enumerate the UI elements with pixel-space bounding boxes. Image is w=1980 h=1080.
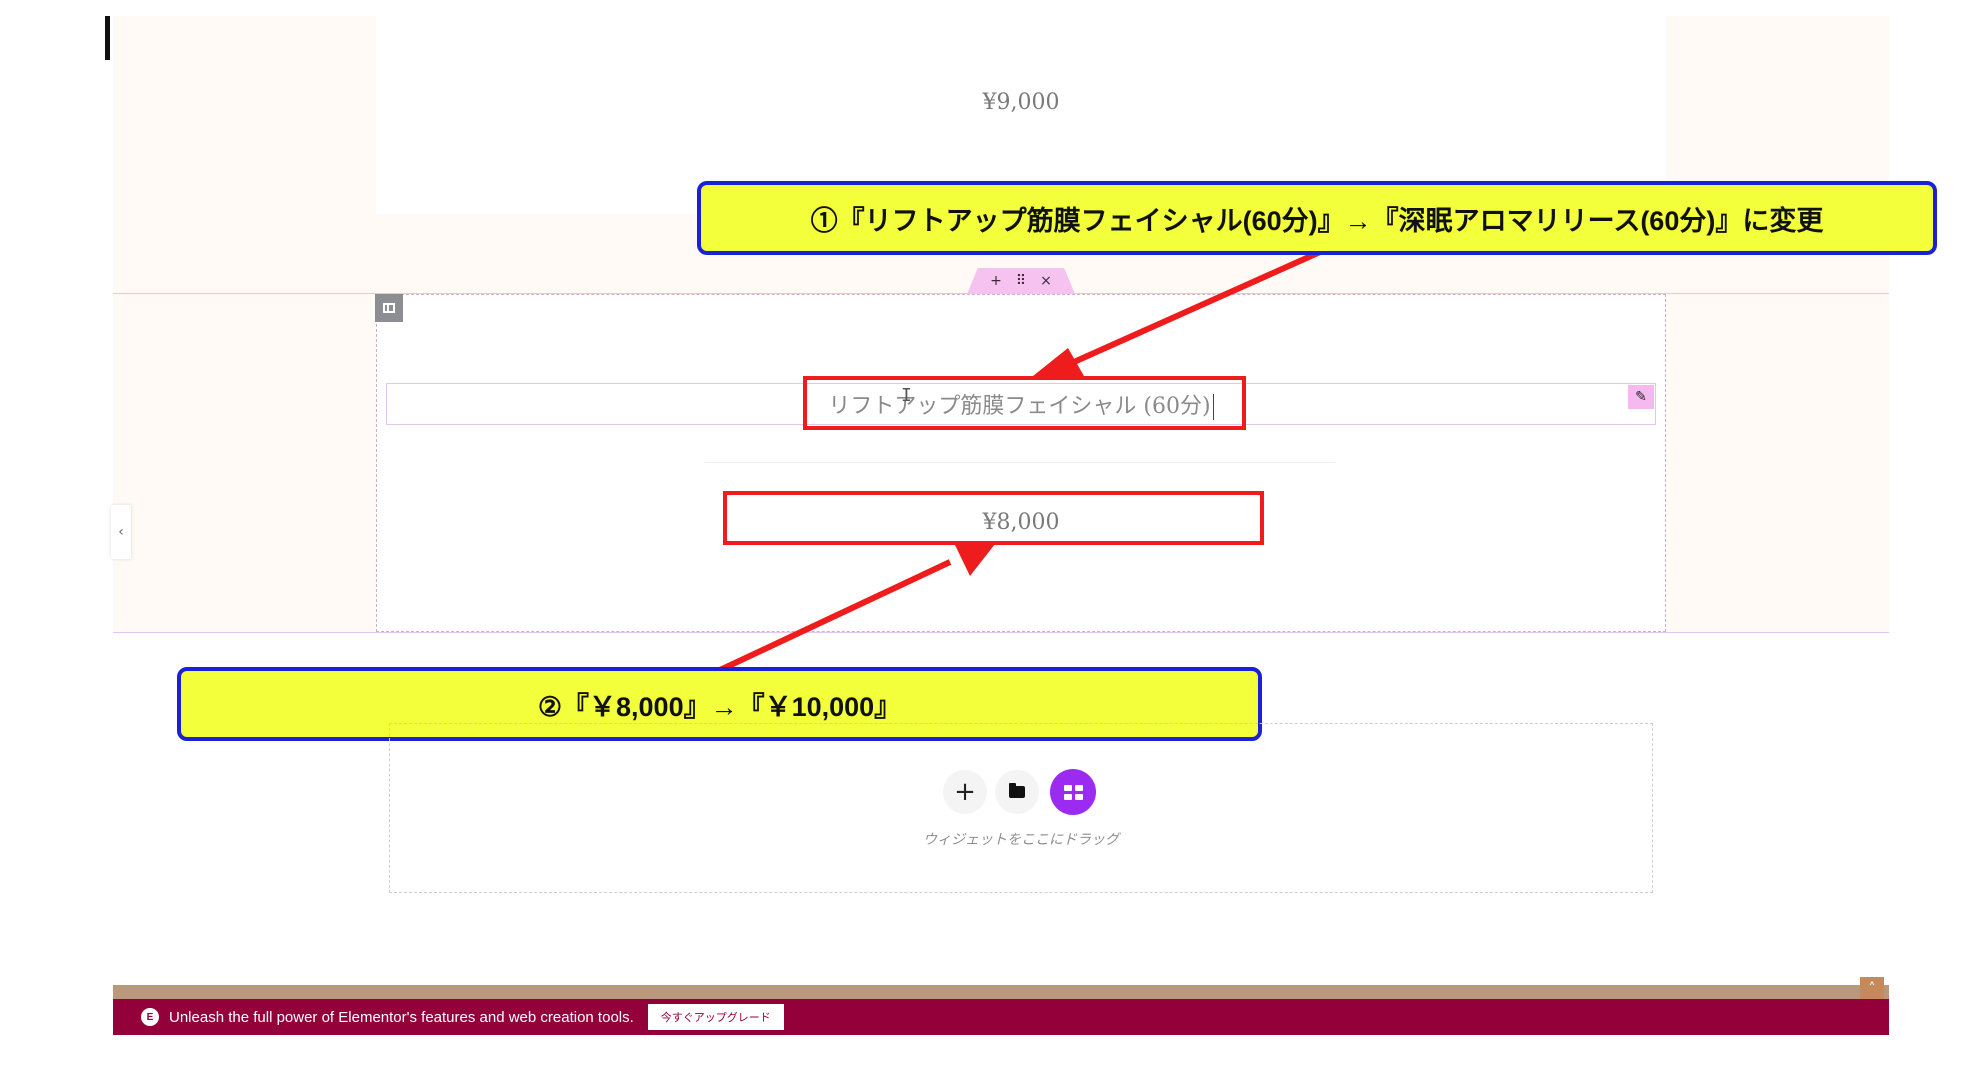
elementor-kit-grid-icon[interactable] bbox=[1050, 769, 1096, 815]
annotation-callout-title: ①『リフトアップ筋膜フェイシャル(60分)』→『深眠アロマリリース(60分)』に… bbox=[697, 181, 1937, 255]
upgrade-now-button[interactable]: 今すぐアップグレード bbox=[647, 1004, 784, 1030]
drop-zone-label: ウィジェットをここにドラッグ bbox=[923, 832, 1119, 848]
elementor-logo-icon: E bbox=[141, 1008, 159, 1026]
template-library-folder-icon[interactable] bbox=[995, 770, 1039, 814]
section-handle[interactable]: + ⠿ × bbox=[967, 268, 1075, 294]
section-bottom-border bbox=[113, 632, 1889, 633]
add-widget-plus-icon[interactable]: + bbox=[943, 770, 987, 814]
highlight-title-box bbox=[803, 376, 1246, 430]
text-cursor-bar bbox=[105, 16, 110, 60]
collapse-panel-chevron-icon[interactable]: ‹ bbox=[111, 505, 131, 559]
column-layout-icon[interactable] bbox=[375, 294, 403, 322]
add-section-icon[interactable]: + bbox=[990, 274, 1002, 288]
divider-line bbox=[705, 462, 1335, 463]
promo-text: Unleash the full power of Elementor's fe… bbox=[169, 1008, 634, 1026]
footer-strip bbox=[113, 985, 1889, 999]
drag-section-icon[interactable]: ⠿ bbox=[1016, 274, 1026, 288]
previous-price-text[interactable]: ¥9,000 bbox=[376, 90, 1666, 115]
scroll-to-top-chevron-icon[interactable]: ˄ bbox=[1860, 977, 1884, 1001]
menu-item-container[interactable] bbox=[376, 294, 1666, 632]
edit-pencil-icon[interactable]: ✎ bbox=[1628, 385, 1654, 409]
highlight-price-box bbox=[723, 491, 1264, 545]
delete-section-icon[interactable]: × bbox=[1040, 274, 1052, 288]
elementor-promo-bar: E Unleash the full power of Elementor's … bbox=[113, 999, 1889, 1035]
